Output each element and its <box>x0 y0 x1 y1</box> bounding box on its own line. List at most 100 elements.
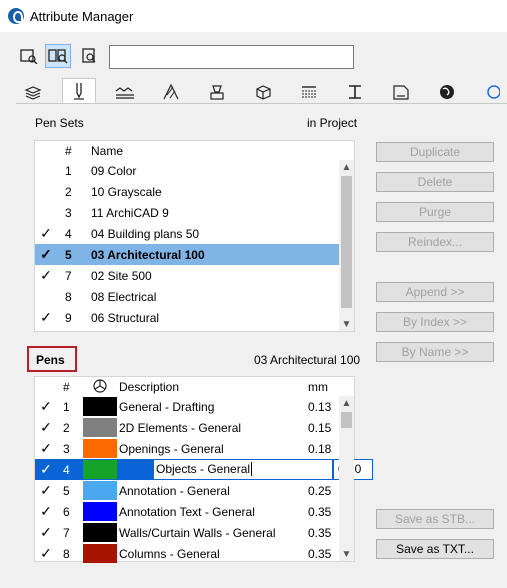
scroll-down-icon[interactable]: ▼ <box>339 317 354 331</box>
by-name-button[interactable]: By Name >> <box>376 342 494 362</box>
pen-row[interactable]: ✓ 2 2D Elements - General 0.15 <box>35 417 339 438</box>
pen-row[interactable]: ✓ 1 General - Drafting 0.13 <box>35 396 339 417</box>
pen-set-row[interactable]: ✓ 9 06 Structural <box>35 307 339 328</box>
window-title: Attribute Manager <box>30 9 134 24</box>
document-view-button[interactable] <box>76 44 102 68</box>
pen-set-row[interactable]: 3 11 ArchiCAD 9 <box>35 202 339 223</box>
checkmark-icon[interactable]: ✓ <box>39 440 53 457</box>
tab-more[interactable] <box>486 80 507 104</box>
scroll-thumb[interactable] <box>341 176 352 308</box>
pen-row[interactable]: ✓ 8 Columns - General 0.35 <box>35 543 339 564</box>
building-material-icon <box>256 85 271 100</box>
tab-fills[interactable] <box>154 80 188 104</box>
tab-lines[interactable] <box>108 80 142 104</box>
search-input[interactable] <box>109 45 354 69</box>
save-as-txt-button[interactable]: Save as TXT... <box>376 539 494 559</box>
pen-row[interactable]: ✓ 6 Annotation Text - General 0.35 <box>35 501 339 522</box>
pens-label: Pens <box>36 353 65 367</box>
pen-set-number: 8 <box>65 289 72 304</box>
pen-description: Objects - General <box>156 462 251 476</box>
pen-set-row[interactable]: ✓ 7 02 Site 500 <box>35 265 339 286</box>
pens-column-description: Description <box>119 380 180 394</box>
checkmark-icon[interactable]: ✓ <box>39 545 53 562</box>
scroll-up-icon[interactable]: ▲ <box>339 160 354 174</box>
pen-sets-label: Pen Sets <box>35 116 84 130</box>
pen-description: Openings - General <box>119 441 224 456</box>
pen-row[interactable]: ✓ 5 Annotation - General 0.25 <box>35 480 339 501</box>
pen-set-name: 09 Color <box>91 163 137 178</box>
checkmark-icon[interactable]: ✓ <box>39 267 53 284</box>
pens-column-number: # <box>63 380 70 394</box>
checkmark-icon[interactable]: ✓ <box>39 225 53 242</box>
pen-color-swatch[interactable] <box>83 397 117 416</box>
pen-number: 1 <box>63 399 70 414</box>
delete-button[interactable]: Delete <box>376 172 494 192</box>
checkmark-icon[interactable]: ✓ <box>39 503 53 520</box>
pen-set-name: 02 Site 500 <box>91 268 152 283</box>
scroll-down-icon[interactable]: ▼ <box>339 547 354 561</box>
zone-icon <box>393 85 409 100</box>
pen-set-number: 4 <box>65 226 72 241</box>
pen-color-swatch[interactable] <box>83 460 117 479</box>
pen-color-swatch[interactable] <box>83 418 117 437</box>
tab-zones[interactable] <box>384 80 418 104</box>
reindex-button[interactable]: Reindex... <box>376 232 494 252</box>
checkmark-icon[interactable]: ✓ <box>39 461 53 478</box>
pen-set-row[interactable]: 8 08 Electrical <box>35 286 339 307</box>
dual-list-view-button[interactable] <box>45 44 71 68</box>
tab-pens[interactable] <box>62 78 96 103</box>
pen-set-number: 7 <box>65 268 72 283</box>
scroll-up-icon[interactable]: ▲ <box>339 396 354 410</box>
tab-building-materials[interactable] <box>246 80 280 104</box>
pen-description-edit-field[interactable]: Objects - General <box>153 459 333 480</box>
checkmark-icon[interactable]: ✓ <box>39 524 53 541</box>
line-icon <box>115 87 134 99</box>
checkmark-icon[interactable]: ✓ <box>39 309 53 326</box>
checkmark-icon[interactable]: ✓ <box>39 398 53 415</box>
pen-row-editing[interactable]: ✓ 4 Objects - General 0.20 <box>35 459 373 480</box>
pen-color-swatch[interactable] <box>83 502 117 521</box>
surface-icon <box>302 86 316 98</box>
pen-thickness: 0.25 <box>308 483 332 498</box>
tab-surfaces[interactable] <box>292 80 326 104</box>
pen-number: 8 <box>63 546 70 561</box>
pen-set-row[interactable]: 2 10 Grayscale <box>35 181 339 202</box>
pen-set-row[interactable]: 1 09 Color <box>35 160 339 181</box>
pen-color-swatch[interactable] <box>83 439 117 458</box>
pen-color-swatch[interactable] <box>83 544 117 563</box>
save-as-stb-button[interactable]: Save as STB... <box>376 509 494 529</box>
pen-number: 2 <box>63 420 70 435</box>
pen-set-row[interactable]: ✓ 4 04 Building plans 50 <box>35 223 339 244</box>
by-index-button[interactable]: By Index >> <box>376 312 494 332</box>
pen-set-number: 1 <box>65 163 72 178</box>
pens-table: # Description mm ✓ 1 General - Drafting … <box>34 376 373 564</box>
append-button[interactable]: Append >> <box>376 282 494 302</box>
pen-description: General - Drafting <box>119 399 215 414</box>
purge-button[interactable]: Purge <box>376 202 494 222</box>
checkmark-icon[interactable]: ✓ <box>39 419 53 436</box>
document-view-icon <box>82 48 96 63</box>
pens-scrollbar[interactable]: ▲ ▼ <box>339 396 354 561</box>
pen-description: Annotation Text - General <box>119 504 255 519</box>
tab-layers[interactable] <box>16 80 50 104</box>
pen-set-row-selected[interactable]: ✓ 5 03 Architectural 100 <box>35 244 339 265</box>
list-view-button[interactable] <box>16 44 42 68</box>
pen-description: Columns - General <box>119 546 220 561</box>
pen-sets-scrollbar[interactable]: ▲ ▼ <box>339 160 354 331</box>
pen-color-swatch[interactable] <box>83 481 117 500</box>
pen-row[interactable]: ✓ 3 Openings - General 0.18 <box>35 438 339 459</box>
attribute-tabs <box>16 78 507 104</box>
pens-column-mm: mm <box>308 380 328 394</box>
pen-sets-location-label: in Project <box>307 116 358 130</box>
checkmark-icon[interactable]: ✓ <box>39 482 53 499</box>
tab-globe[interactable] <box>430 80 464 104</box>
pen-set-number: 3 <box>65 205 72 220</box>
tab-composites[interactable] <box>200 80 234 104</box>
scroll-thumb[interactable] <box>341 412 352 428</box>
pen-set-name: 08 Electrical <box>91 289 157 304</box>
duplicate-button[interactable]: Duplicate <box>376 142 494 162</box>
tab-profiles[interactable] <box>338 80 372 104</box>
pen-row[interactable]: ✓ 7 Walls/Curtain Walls - General 0.35 <box>35 522 339 543</box>
pen-color-swatch[interactable] <box>83 523 117 542</box>
checkmark-icon[interactable]: ✓ <box>39 246 53 263</box>
